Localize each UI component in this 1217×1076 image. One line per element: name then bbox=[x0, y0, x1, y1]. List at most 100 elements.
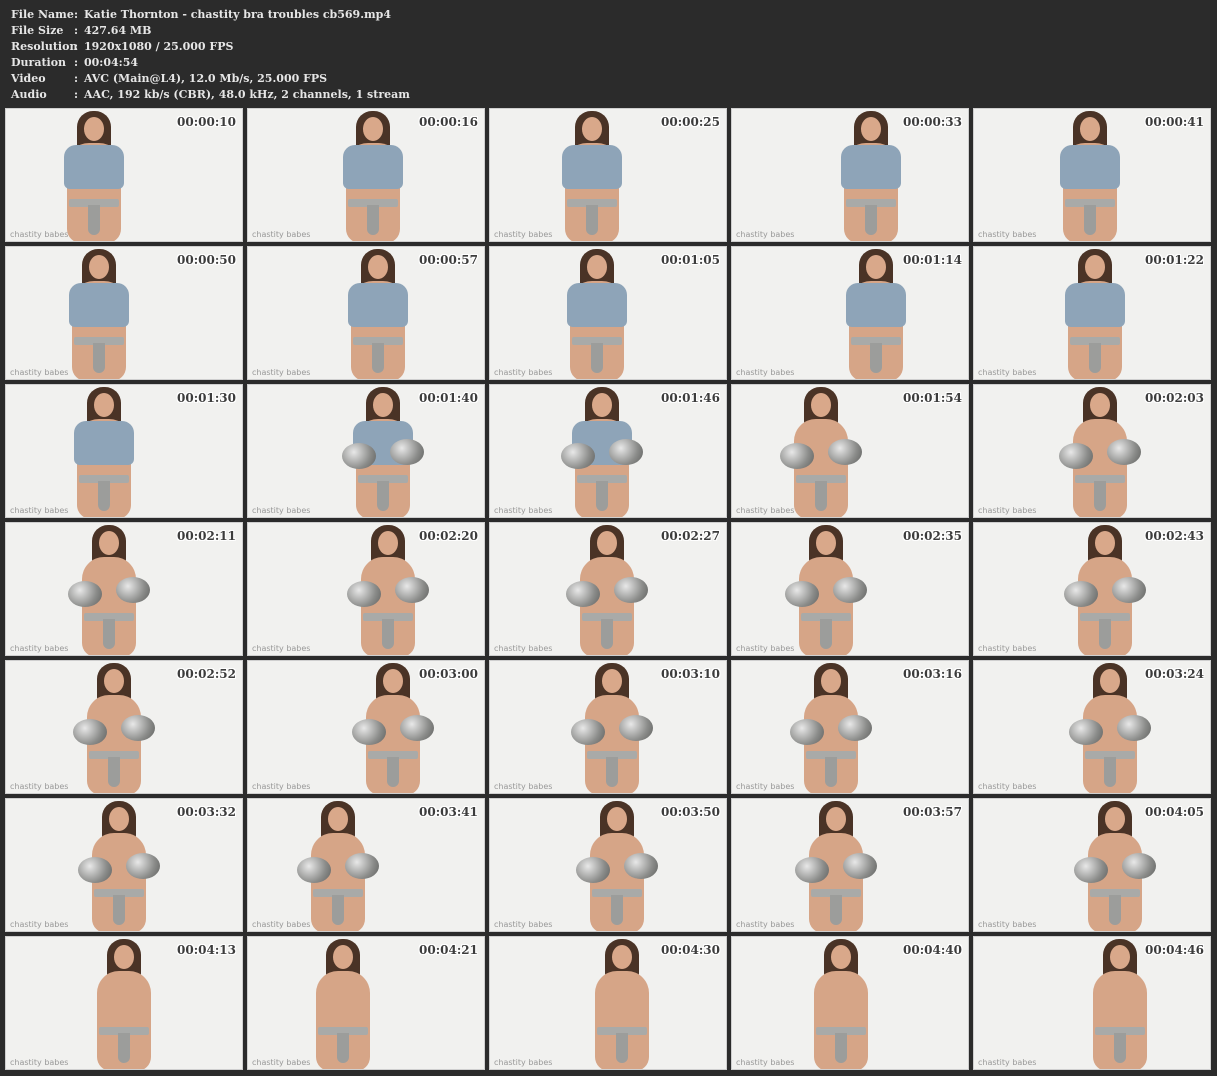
frame-figure bbox=[557, 385, 647, 517]
figure-face bbox=[378, 531, 398, 555]
steel-cup-prop bbox=[1107, 439, 1141, 465]
steel-cup-prop bbox=[571, 719, 605, 745]
frame-figure bbox=[572, 799, 662, 931]
frame-figure bbox=[54, 247, 144, 379]
watermark-logo: chastity babes bbox=[736, 506, 795, 515]
figure-face bbox=[866, 255, 886, 279]
steel-cup-prop bbox=[614, 577, 648, 603]
figure-shield bbox=[820, 619, 832, 649]
info-key: File Name bbox=[11, 8, 74, 21]
frame-timestamp: 00:04:21 bbox=[419, 943, 478, 957]
info-value: 427.64 MB bbox=[84, 24, 152, 37]
figure-face bbox=[84, 117, 104, 141]
figure-shield bbox=[1104, 757, 1116, 787]
figure-face bbox=[109, 807, 129, 831]
info-value: 1920x1080 / 25.000 FPS bbox=[84, 40, 234, 53]
figure-face bbox=[597, 531, 617, 555]
video-thumbnail: 00:02:20 chastity babes bbox=[247, 522, 485, 656]
video-thumbnail: 00:03:32 chastity babes bbox=[5, 798, 243, 932]
frame-timestamp: 00:03:10 bbox=[661, 667, 720, 681]
frame-figure bbox=[338, 385, 428, 517]
video-thumbnail: 00:03:41 chastity babes bbox=[247, 798, 485, 932]
video-thumbnail: 00:03:16 chastity babes bbox=[731, 660, 969, 794]
frame-figure bbox=[1065, 661, 1155, 793]
info-separator: : bbox=[74, 88, 79, 101]
figure-face bbox=[368, 255, 388, 279]
figure-shield bbox=[372, 343, 384, 373]
steel-cup-prop bbox=[352, 719, 386, 745]
frame-timestamp: 00:02:03 bbox=[1145, 391, 1204, 405]
figure-denim-vest bbox=[567, 283, 627, 327]
video-thumbnail: 00:01:46 chastity babes bbox=[489, 384, 727, 518]
frame-figure bbox=[74, 799, 164, 931]
watermark-logo: chastity babes bbox=[252, 506, 311, 515]
figure-face bbox=[1080, 117, 1100, 141]
frame-timestamp: 00:01:54 bbox=[903, 391, 962, 405]
frame-figure bbox=[1045, 109, 1135, 241]
video-thumbnail: 00:02:52 chastity babes bbox=[5, 660, 243, 794]
steel-cup-prop bbox=[790, 719, 824, 745]
info-key: Duration bbox=[11, 56, 67, 69]
video-thumbnail: 00:01:54 chastity babes bbox=[731, 384, 969, 518]
frame-figure bbox=[69, 661, 159, 793]
frame-figure bbox=[796, 937, 886, 1069]
video-thumbnail: 00:04:21 chastity babes bbox=[247, 936, 485, 1070]
figure-face bbox=[861, 117, 881, 141]
figure-face bbox=[592, 393, 612, 417]
steel-cup-prop bbox=[609, 439, 643, 465]
watermark-logo: chastity babes bbox=[494, 644, 553, 653]
steel-cup-prop bbox=[1074, 857, 1108, 883]
info-row-file-size: File Size : 427.64 MB bbox=[11, 23, 410, 39]
figure-face bbox=[104, 669, 124, 693]
video-thumbnail: 00:04:13 chastity babes bbox=[5, 936, 243, 1070]
watermark-logo: chastity babes bbox=[494, 1058, 553, 1067]
figure-shield bbox=[337, 1033, 349, 1063]
frame-timestamp: 00:03:41 bbox=[419, 805, 478, 819]
frame-timestamp: 00:01:40 bbox=[419, 391, 478, 405]
info-separator: : bbox=[74, 72, 79, 85]
frame-timestamp: 00:00:50 bbox=[177, 253, 236, 267]
figure-face bbox=[602, 669, 622, 693]
frame-figure bbox=[781, 523, 871, 655]
watermark-logo: chastity babes bbox=[252, 230, 311, 239]
watermark-logo: chastity babes bbox=[10, 368, 69, 377]
frame-timestamp: 00:02:43 bbox=[1145, 529, 1204, 543]
frame-timestamp: 00:01:30 bbox=[177, 391, 236, 405]
info-value: 00:04:54 bbox=[84, 56, 139, 69]
steel-cup-prop bbox=[68, 581, 102, 607]
figure-face bbox=[333, 945, 353, 969]
frame-timestamp: 00:02:35 bbox=[903, 529, 962, 543]
watermark-logo: chastity babes bbox=[978, 920, 1037, 929]
figure-shield bbox=[118, 1033, 130, 1063]
figure-face bbox=[612, 945, 632, 969]
watermark-logo: chastity babes bbox=[10, 920, 69, 929]
frame-timestamp: 00:02:52 bbox=[177, 667, 236, 681]
figure-shield bbox=[103, 619, 115, 649]
frame-timestamp: 00:01:22 bbox=[1145, 253, 1204, 267]
steel-cup-prop bbox=[619, 715, 653, 741]
figure-shield bbox=[1109, 895, 1121, 925]
info-row-duration: Duration : 00:04:54 bbox=[11, 55, 410, 71]
watermark-logo: chastity babes bbox=[252, 368, 311, 377]
steel-cup-prop bbox=[1112, 577, 1146, 603]
figure-shield bbox=[616, 1033, 628, 1063]
figure-face bbox=[831, 945, 851, 969]
frame-timestamp: 00:04:46 bbox=[1145, 943, 1204, 957]
watermark-logo: chastity babes bbox=[978, 1058, 1037, 1067]
video-thumbnail: 00:04:40 chastity babes bbox=[731, 936, 969, 1070]
figure-shield bbox=[1094, 481, 1106, 511]
frame-figure bbox=[79, 937, 169, 1069]
frame-figure bbox=[298, 937, 388, 1069]
frame-timestamp: 00:04:30 bbox=[661, 943, 720, 957]
video-thumbnail: 00:02:43 chastity babes bbox=[973, 522, 1211, 656]
frame-figure bbox=[562, 523, 652, 655]
figure-face bbox=[582, 117, 602, 141]
frame-timestamp: 00:01:46 bbox=[661, 391, 720, 405]
figure-denim-vest bbox=[343, 145, 403, 189]
frame-timestamp: 00:01:14 bbox=[903, 253, 962, 267]
video-thumbnail: 00:00:50 chastity babes bbox=[5, 246, 243, 380]
video-thumbnail: 00:03:10 chastity babes bbox=[489, 660, 727, 794]
frame-figure bbox=[49, 109, 139, 241]
watermark-logo: chastity babes bbox=[494, 506, 553, 515]
steel-cup-prop bbox=[1117, 715, 1151, 741]
